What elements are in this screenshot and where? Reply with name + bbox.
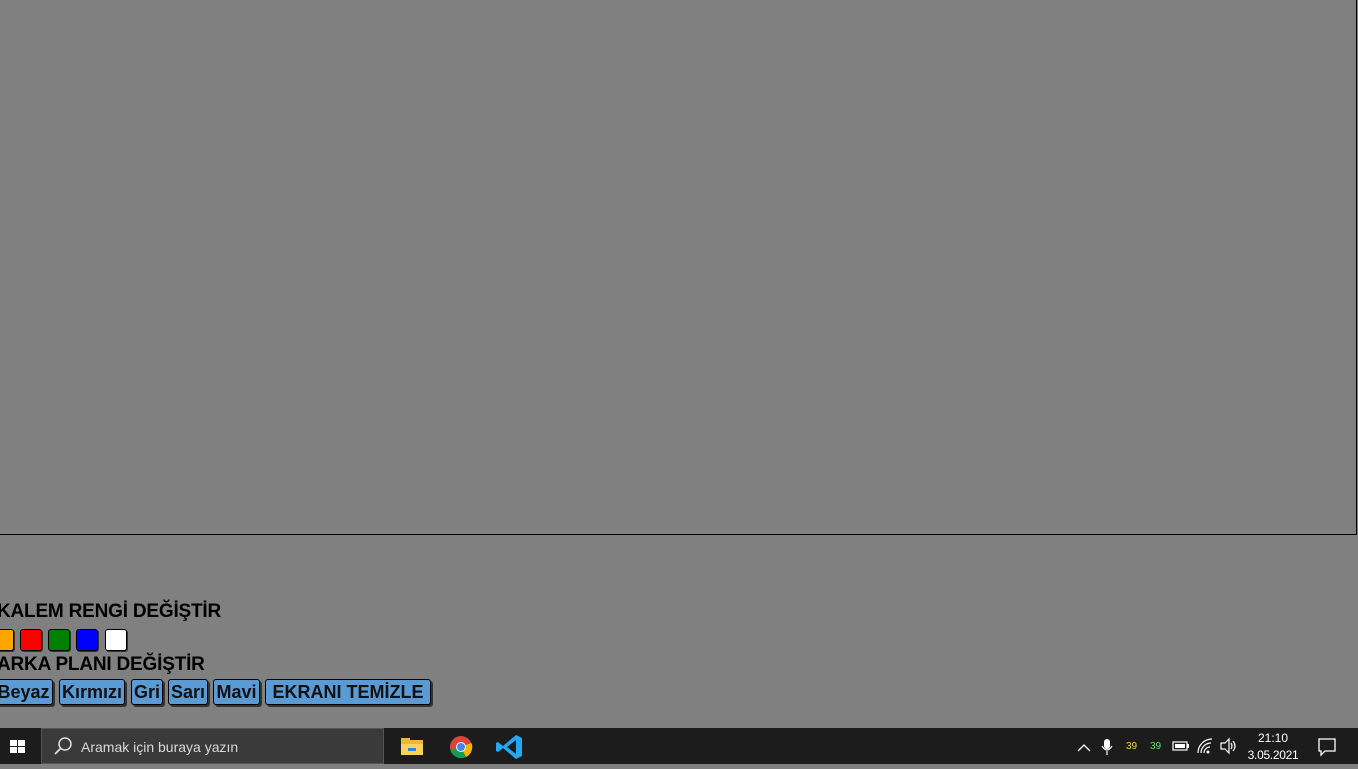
wifi-icon bbox=[1197, 738, 1213, 754]
bg-blue-button[interactable]: Mavi bbox=[213, 679, 260, 705]
file-explorer-icon bbox=[401, 738, 423, 755]
search-placeholder: Aramak için buraya yazın bbox=[81, 739, 239, 755]
swatch-orange[interactable] bbox=[0, 629, 14, 651]
swatch-white[interactable] bbox=[105, 629, 127, 651]
battery-tray[interactable] bbox=[1171, 728, 1191, 764]
vscode-icon bbox=[496, 735, 522, 759]
microphone-icon bbox=[1101, 739, 1113, 755]
swatch-blue[interactable] bbox=[76, 629, 98, 651]
swatch-green[interactable] bbox=[48, 629, 70, 651]
volume-tray[interactable] bbox=[1218, 728, 1238, 764]
file-explorer-app[interactable] bbox=[392, 728, 432, 764]
show-hidden-icons-button[interactable] bbox=[1074, 728, 1094, 764]
microphone-tray[interactable] bbox=[1098, 728, 1116, 764]
clear-screen-button[interactable]: EKRANI TEMİZLE bbox=[265, 679, 431, 705]
bg-gray-button[interactable]: Gri bbox=[131, 679, 163, 705]
start-button[interactable] bbox=[0, 728, 40, 764]
search-box[interactable]: Aramak için buraya yazın bbox=[41, 728, 384, 764]
notification-icon bbox=[1318, 738, 1336, 757]
cpu-temp-readout: 39 bbox=[1126, 741, 1138, 752]
battery-icon bbox=[1172, 741, 1189, 751]
windows-logo-icon bbox=[10, 740, 25, 753]
search-icon bbox=[54, 737, 72, 755]
clock-date[interactable]: 3.05.2021 bbox=[1246, 748, 1300, 762]
chrome-app[interactable] bbox=[441, 728, 481, 764]
network-tray[interactable] bbox=[1195, 728, 1215, 764]
gpu-temp-readout: 39 bbox=[1150, 741, 1162, 752]
vscode-app[interactable] bbox=[490, 728, 530, 764]
bg-yellow-button[interactable]: Sarı bbox=[168, 679, 208, 705]
clock-time[interactable]: 21:10 bbox=[1246, 731, 1300, 745]
bg-red-button[interactable]: Kırmızı bbox=[59, 679, 125, 705]
pen-color-label: KALEM RENGİ DEĞİŞTİR bbox=[0, 601, 222, 622]
swatch-red[interactable] bbox=[20, 629, 42, 651]
chrome-icon bbox=[450, 736, 473, 759]
action-center-button[interactable] bbox=[1310, 728, 1344, 764]
taskbar: Aramak için buraya yazın 39 39 21:10 3.0… bbox=[0, 728, 1358, 764]
bg-white-button[interactable]: Beyaz bbox=[0, 679, 53, 705]
chevron-up-icon bbox=[1077, 744, 1091, 752]
background-label: ARKA PLANI DEĞİŞTİR bbox=[0, 654, 205, 675]
drawing-canvas[interactable] bbox=[0, 0, 1357, 535]
speaker-icon bbox=[1220, 737, 1236, 755]
